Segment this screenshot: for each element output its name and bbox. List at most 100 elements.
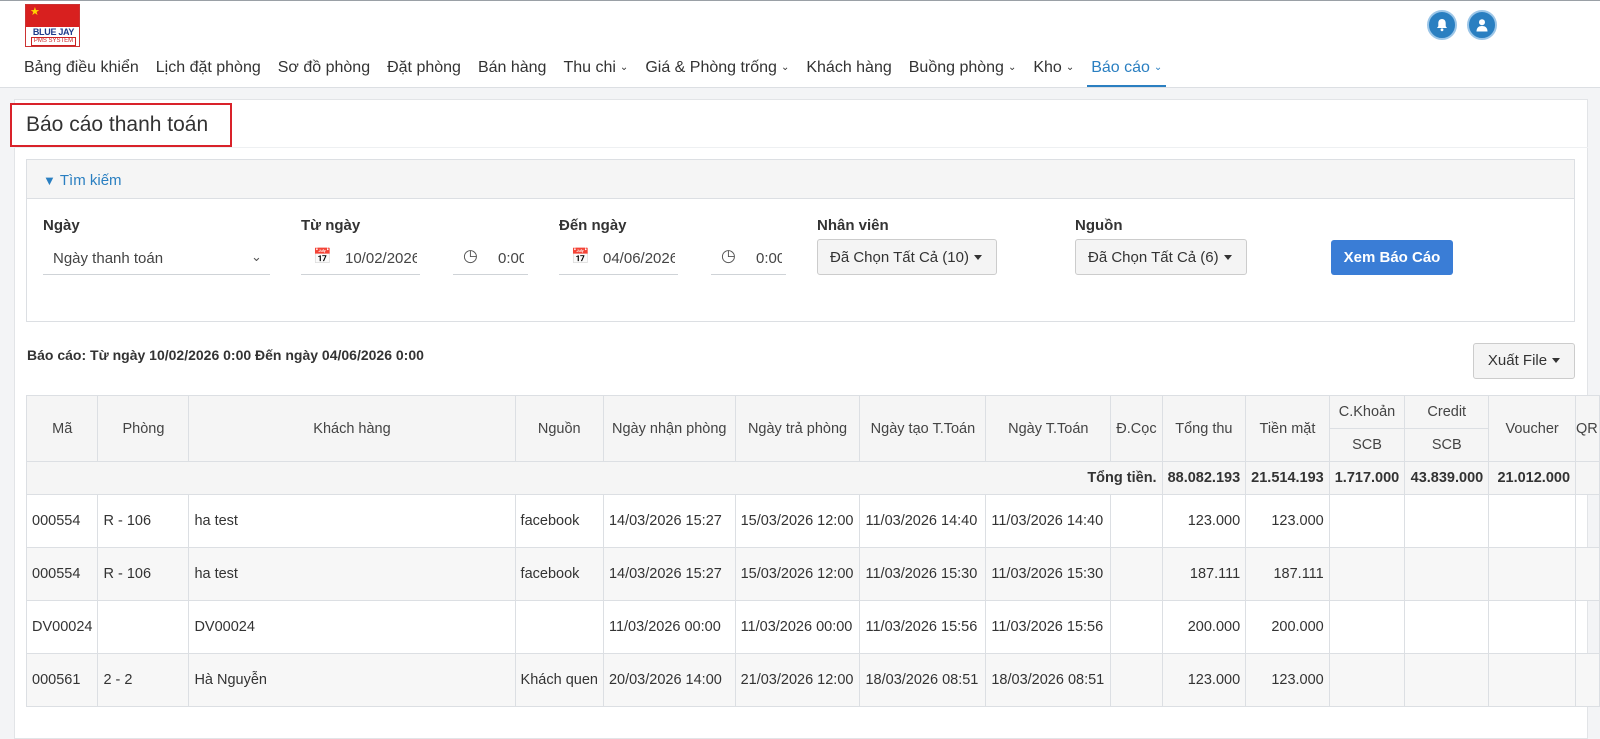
cell-ngay-tao-tt: 11/03/2026 15:56 [859, 600, 987, 654]
col-header-ngay-tt[interactable]: Ngày T.Toán [985, 395, 1112, 462]
nav-label: Bán hàng [477, 59, 547, 76]
cell-dcoc [1110, 494, 1163, 548]
cell-ngay-nhan: 14/03/2026 15:27 [602, 494, 736, 548]
col-header-nguon[interactable]: Nguồn [514, 395, 604, 462]
nav-sales[interactable]: Bán hàng [478, 57, 547, 87]
view-report-button[interactable]: Xem Báo Cáo [1331, 240, 1453, 275]
filter-icon: ▼ [43, 173, 56, 188]
col-header-tong-thu[interactable]: Tổng thu [1161, 395, 1247, 462]
source-dropdown[interactable]: Đã Chọn Tất Cả (6) [1075, 239, 1247, 275]
date-type-select[interactable]: Ngày thanh toán ⌄ [43, 240, 270, 275]
staff-dropdown[interactable]: Đã Chọn Tất Cả (10) [817, 239, 997, 275]
cell-qr [1575, 494, 1600, 548]
cell-nguon: facebook [514, 494, 604, 548]
cell-voucher [1488, 653, 1577, 707]
cell-ngay-nhan: 14/03/2026 15:27 [602, 547, 736, 601]
nav-customers[interactable]: Khách hàng [806, 57, 891, 87]
nav-income-expense[interactable]: Thu chi ⌄ [563, 57, 628, 87]
nav-label: Giá & Phòng trống [645, 59, 777, 76]
cell-ckhoan [1328, 494, 1406, 548]
nav-rates-availability[interactable]: Giá & Phòng trống ⌄ [645, 57, 789, 87]
cell-phong: R - 106 [97, 494, 190, 548]
cell-ngay-tra: 21/03/2026 12:00 [734, 653, 861, 707]
col-subheader-ckhoan: SCB [1328, 428, 1406, 462]
cell-ngay-tt: 11/03/2026 15:56 [985, 600, 1112, 654]
col-header-ngay-nhan-phong[interactable]: Ngày nhận phòng [602, 395, 736, 462]
export-file-label: Xuất File [1487, 352, 1548, 369]
cell-qr [1575, 547, 1600, 601]
source-label: Nguồn [1075, 217, 1123, 234]
logo-brand: BLUE JAY [32, 27, 75, 37]
nav-warehouse[interactable]: Kho ⌄ [1033, 57, 1074, 87]
cell-dcoc [1110, 547, 1163, 601]
col-header-qr[interactable]: QR [1575, 395, 1600, 462]
payment-report-table: Mã Phòng Khách hàng Nguồn Ngày nhận phòn… [25, 395, 1600, 707]
export-file-button[interactable]: Xuất File [1473, 343, 1575, 379]
report-range-text: Báo cáo: Từ ngày 10/02/2026 0:00 Đến ngà… [27, 347, 424, 363]
nav-label: Đặt phòng [387, 59, 461, 76]
nav-room-map[interactable]: Sơ đồ phòng [278, 57, 370, 87]
cell-phong [97, 600, 190, 654]
nav-booking-calendar[interactable]: Lịch đặt phòng [156, 57, 261, 87]
cell-ma: 000554 [25, 494, 99, 548]
cell-khach-hang: ha test [188, 494, 516, 548]
cell-dcoc [1110, 653, 1163, 707]
col-header-tien-mat[interactable]: Tiền mặt [1245, 395, 1330, 462]
from-date-input[interactable]: 📅 10/02/2026 [301, 240, 420, 275]
col-header-voucher[interactable]: Voucher [1488, 395, 1577, 462]
col-header-ma[interactable]: Mã [25, 395, 99, 462]
table-row[interactable]: 000554 R - 106 ha test facebook 14/03/20… [25, 494, 1600, 548]
star-icon: ★ [30, 6, 40, 18]
notification-button[interactable] [1427, 10, 1457, 40]
cell-credit [1404, 600, 1490, 654]
to-date-input[interactable]: 📅 04/06/2026 [559, 240, 678, 275]
cell-voucher [1488, 547, 1577, 601]
cell-khach-hang: ha test [188, 547, 516, 601]
table-row[interactable]: 000561 2 - 2 Hà Nguyễn Khách quen 20/03/… [25, 653, 1600, 707]
cell-nguon [514, 600, 604, 654]
clock-icon: ◷ [721, 246, 736, 265]
col-header-dcoc[interactable]: Đ.Cọc [1110, 395, 1163, 462]
col-header-ckhoan[interactable]: C.Khoản [1328, 395, 1406, 429]
to-date-label: Đến ngày [559, 217, 627, 234]
cell-tong-thu: 123.000 [1161, 653, 1247, 707]
cell-dcoc [1110, 600, 1163, 654]
nav-housekeeping[interactable]: Buồng phòng ⌄ [909, 57, 1017, 87]
cell-tong-thu: 200.000 [1161, 600, 1247, 654]
chevron-down-icon: ⌄ [1065, 62, 1075, 73]
cell-ngay-nhan: 20/03/2026 14:00 [602, 653, 736, 707]
nav-booking[interactable]: Đặt phòng [387, 57, 461, 87]
cell-ma: 000554 [25, 547, 99, 601]
cell-ngay-tao-tt: 18/03/2026 08:51 [859, 653, 987, 707]
staff-label: Nhân viên [817, 217, 889, 234]
col-header-phong[interactable]: Phòng [97, 395, 190, 462]
table-row[interactable]: DV00024 DV00024 11/03/2026 00:00 11/03/2… [25, 600, 1600, 654]
from-time-input[interactable]: ◷ 0:00 [453, 240, 528, 275]
totals-voucher: 21.012.000 [1488, 461, 1577, 495]
cell-tien-mat: 123.000 [1245, 653, 1330, 707]
col-header-khach-hang[interactable]: Khách hàng [188, 395, 516, 462]
totals-row: Tổng tiền. 88.082.193 21.514.193 1.717.0… [26, 461, 1600, 495]
totals-tong-thu: 88.082.193 [1161, 461, 1247, 495]
cell-ngay-tra: 15/03/2026 12:00 [734, 494, 861, 548]
nav-label: Kho [1033, 59, 1062, 76]
col-header-ngay-tao-tt[interactable]: Ngày tạo T.Toán [859, 395, 987, 462]
page-title: Báo cáo thanh toán [26, 113, 209, 136]
calendar-icon: 📅 [571, 248, 590, 265]
cell-ckhoan [1328, 547, 1406, 601]
col-header-ngay-tra-phong[interactable]: Ngày trả phòng [734, 395, 861, 462]
search-panel-title: Tìm kiếm [59, 172, 122, 189]
search-panel-header[interactable]: ▼ Tìm kiếm [27, 160, 1574, 199]
logo[interactable]: ★ BLUE JAY PMS SYSTEM [25, 4, 80, 47]
nav-label: Thu chi [563, 59, 616, 76]
table-row[interactable]: 000554 R - 106 ha test facebook 14/03/20… [25, 547, 1600, 601]
source-dropdown-value: Đã Chọn Tất Cả (6) [1088, 249, 1219, 266]
nav-label: Báo cáo [1091, 59, 1150, 76]
nav-reports[interactable]: Báo cáo ⌄ [1087, 57, 1167, 87]
nav-dashboard[interactable]: Bảng điều khiển [24, 57, 139, 87]
clock-icon: ◷ [463, 246, 478, 265]
to-time-input[interactable]: ◷ 0:00 [711, 240, 786, 275]
date-type-label: Ngày [43, 217, 80, 234]
user-menu-button[interactable] [1467, 10, 1497, 40]
col-header-credit[interactable]: Credit [1404, 395, 1490, 429]
